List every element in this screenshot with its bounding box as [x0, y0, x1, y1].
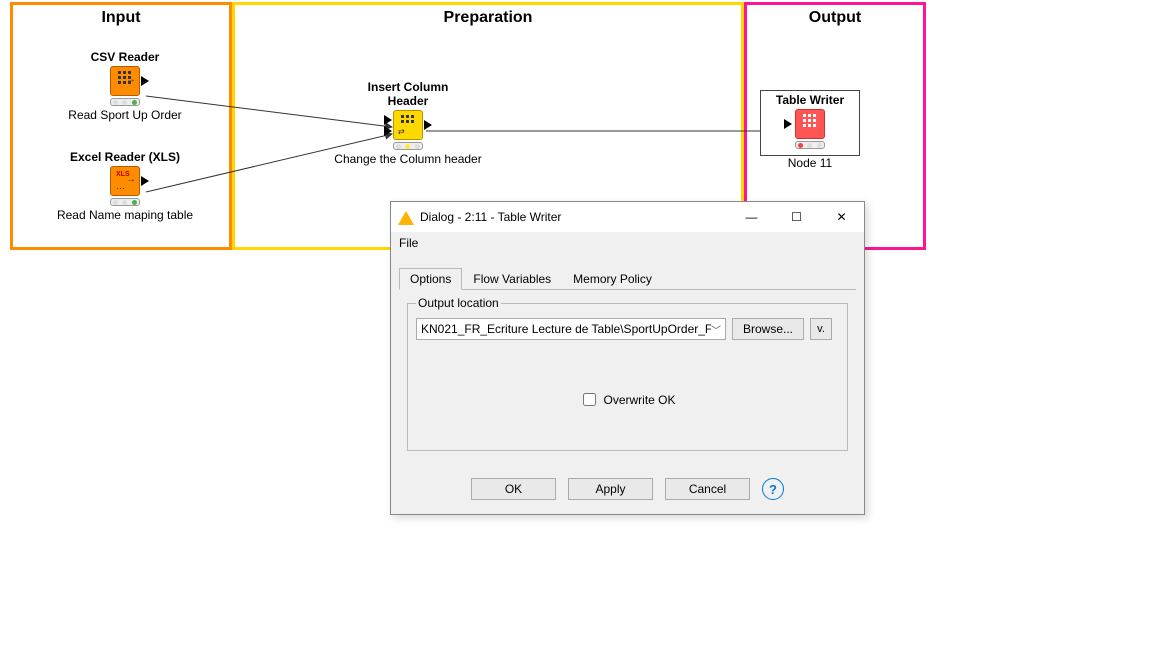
csv-reader-icon: → — [110, 66, 140, 96]
section-title-preparation: Preparation — [235, 9, 741, 27]
cancel-button[interactable]: Cancel — [665, 478, 750, 500]
node-csv-reader[interactable]: CSV Reader → Read Sport Up Order — [45, 50, 205, 122]
close-button[interactable]: ✕ — [819, 202, 864, 232]
maximize-button[interactable]: ☐ — [774, 202, 819, 232]
help-button[interactable]: ? — [762, 478, 784, 500]
node-selection-box: Table Writer — [760, 90, 860, 156]
output-path-combo[interactable]: KN021_FR_Ecriture Lecture de Table\Sport… — [416, 318, 726, 340]
tab-options[interactable]: Options — [399, 268, 462, 290]
section-title-output: Output — [747, 9, 923, 27]
workflow-canvas: Input Preparation Output CSV Reader → — [0, 0, 1152, 648]
column-header-icon: ⇄ — [393, 110, 423, 140]
dialog-menubar: File — [391, 232, 864, 254]
apply-button[interactable]: Apply — [568, 478, 653, 500]
dialog-table-writer: Dialog - 2:11 - Table Writer — ☐ ✕ File … — [390, 201, 865, 515]
dialog-titlebar[interactable]: Dialog - 2:11 - Table Writer — ☐ ✕ — [391, 202, 864, 232]
tab-memory-policy[interactable]: Memory Policy — [562, 268, 663, 290]
overwrite-checkbox[interactable] — [583, 393, 596, 406]
tab-strip: Options Flow Variables Memory Policy — [399, 268, 856, 290]
node-desc: Change the Column header — [328, 152, 488, 166]
node-insert-column-header[interactable]: Insert Column Header ⇄ Change the Column… — [328, 80, 488, 166]
output-location-fieldset: Output location KN021_FR_Ecriture Lectur… — [407, 296, 848, 451]
status-traffic-light — [110, 198, 140, 206]
status-traffic-light — [110, 98, 140, 106]
section-title-input: Input — [13, 9, 229, 27]
variable-icon: v. — [817, 323, 825, 335]
menu-file[interactable]: File — [399, 236, 418, 250]
dialog-button-row: OK Apply Cancel ? — [391, 478, 864, 500]
tab-panel-options: Output location KN021_FR_Ecriture Lectur… — [399, 290, 856, 457]
table-writer-icon — [795, 109, 825, 139]
node-label: CSV Reader — [45, 50, 205, 64]
dialog-title: Dialog - 2:11 - Table Writer — [420, 210, 729, 224]
ok-button[interactable]: OK — [471, 478, 556, 500]
minimize-button[interactable]: — — [729, 202, 774, 232]
knime-icon — [398, 209, 414, 225]
xls-reader-icon: XLS … → — [110, 166, 140, 196]
node-label: Excel Reader (XLS) — [45, 150, 205, 164]
fieldset-legend: Output location — [416, 296, 501, 310]
node-label-line2: Header — [328, 94, 488, 108]
overwrite-label: Overwrite OK — [603, 393, 675, 407]
node-label: Table Writer — [765, 93, 855, 107]
node-xls-reader[interactable]: Excel Reader (XLS) XLS … → Read Name map… — [45, 150, 205, 222]
browse-button[interactable]: Browse... — [732, 318, 804, 340]
node-desc: Read Sport Up Order — [45, 108, 205, 122]
status-traffic-light — [393, 142, 423, 150]
node-desc: Node 11 — [760, 156, 860, 170]
tab-flow-variables[interactable]: Flow Variables — [462, 268, 562, 290]
node-table-writer[interactable]: Table Writer Node 11 — [760, 90, 860, 170]
node-label-line1: Insert Column — [328, 80, 488, 94]
status-traffic-light — [795, 141, 825, 149]
output-path-value: KN021_FR_Ecriture Lecture de Table\Sport… — [421, 322, 711, 336]
node-desc: Read Name maping table — [45, 208, 205, 222]
chevron-down-icon: ﹀ — [711, 322, 721, 337]
flow-variable-button[interactable]: v. — [810, 318, 832, 340]
